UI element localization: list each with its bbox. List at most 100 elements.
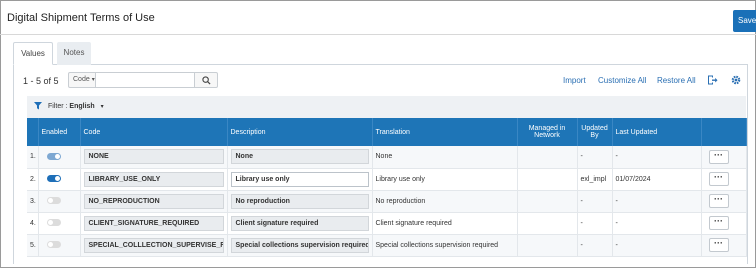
caret-down-icon: ▾ — [91, 77, 95, 83]
col-rownum — [27, 118, 39, 146]
translation-cell: Special collections supervision required — [372, 234, 518, 257]
managed-in-network-cell — [517, 234, 578, 257]
col-description[interactable]: Description — [227, 118, 373, 146]
actions-cell: ··· — [701, 146, 747, 169]
row-actions-button[interactable]: ··· — [708, 149, 729, 164]
updated-by-cell: - — [577, 212, 613, 235]
enabled-toggle[interactable] — [46, 241, 61, 249]
code-cell: SPECIAL_COLLLECTION_SUPERVISE_R — [80, 234, 228, 257]
search-field-select[interactable]: Code ▾ — [68, 72, 96, 88]
enabled-cell — [38, 212, 81, 235]
search-input[interactable] — [96, 72, 195, 88]
filter-language[interactable]: Filter : English ▾ — [48, 103, 104, 110]
description-cell: No reproduction — [227, 190, 373, 213]
row-number: 4. — [27, 212, 39, 235]
col-actions — [701, 118, 747, 146]
row-number: 5. — [27, 234, 39, 257]
header-divider — [0, 34, 756, 35]
table-row: 4. CLIENT_SIGNATURE_REQUIRED Client signat… — [27, 212, 747, 235]
row-number: 1. — [27, 146, 39, 169]
description-cell: Library use only — [227, 168, 373, 191]
code-field: NO_REPRODUCTION — [83, 193, 224, 209]
last-updated-cell: - — [612, 146, 702, 169]
row-number: 2. — [27, 168, 39, 191]
search-field-label: Code — [73, 76, 90, 83]
enabled-toggle[interactable] — [46, 197, 61, 205]
row-actions-button[interactable]: ··· — [708, 216, 729, 230]
row-number: 3. — [27, 190, 39, 213]
row-actions-button[interactable]: ··· — [708, 194, 729, 208]
gear-icon[interactable] — [730, 74, 742, 86]
table-row: 3. NO_REPRODUCTION No reproduction No repro… — [27, 190, 747, 213]
description-field[interactable]: Special collections supervision required — [230, 237, 369, 253]
enabled-toggle[interactable] — [46, 153, 61, 161]
updated-by-cell: - — [577, 146, 613, 169]
translation-cell: No reproduction — [372, 190, 518, 213]
updated-by-cell: - — [577, 234, 613, 257]
updated-by-cell: exl_impl — [577, 168, 613, 191]
col-enabled[interactable]: Enabled — [38, 118, 81, 146]
save-button[interactable]: Save — [733, 10, 756, 32]
last-updated-cell: - — [612, 190, 702, 213]
col-translation[interactable]: Translation — [372, 118, 518, 146]
pager-count: 1 - 5 of 5 — [23, 76, 59, 86]
description-cell: Special collections supervision required — [227, 234, 373, 257]
actions-cell: ··· — [701, 168, 747, 191]
col-managed-in-network[interactable]: Managed in Network — [517, 118, 578, 146]
description-field[interactable]: Client signature required — [230, 215, 369, 231]
row-actions-button[interactable]: ··· — [708, 238, 729, 252]
customize-all-link[interactable]: Customize All — [598, 76, 646, 85]
tab-notes[interactable]: Notes — [57, 42, 91, 65]
code-cell: NO_REPRODUCTION — [80, 190, 228, 213]
table-header-row: Enabled Code Description Translation Man… — [27, 118, 747, 146]
col-updated-by[interactable]: Updated By — [577, 118, 613, 146]
code-field: NONE — [83, 149, 224, 165]
table-row: 1. NONE None None - - ··· — [27, 146, 747, 169]
filter-label: Filter : — [48, 103, 68, 110]
actions-cell: ··· — [701, 234, 747, 257]
actions-cell: ··· — [701, 190, 747, 213]
col-code[interactable]: Code — [80, 118, 228, 146]
tab-values[interactable]: Values — [13, 42, 53, 65]
enabled-toggle[interactable] — [46, 175, 61, 183]
col-last-updated[interactable]: Last Updated — [612, 118, 702, 146]
updated-by-cell: - — [577, 190, 613, 213]
chevron-down-icon: ▾ — [100, 104, 104, 110]
terms-table: Enabled Code Description Translation Man… — [27, 118, 747, 257]
enabled-toggle[interactable] — [46, 219, 61, 227]
enabled-cell — [38, 234, 81, 257]
enabled-cell — [38, 168, 81, 191]
row-actions-button[interactable]: ··· — [708, 172, 729, 186]
description-field[interactable]: Library use only — [230, 171, 369, 187]
page-title: Digital Shipment Terms of Use — [7, 12, 155, 24]
description-field[interactable]: None — [230, 149, 369, 165]
description-field[interactable]: No reproduction — [230, 193, 369, 209]
translation-cell: Library use only — [372, 168, 518, 191]
search-button[interactable] — [194, 72, 218, 88]
managed-in-network-cell — [517, 168, 578, 191]
restore-all-link[interactable]: Restore All — [657, 76, 696, 85]
translation-cell: Client signature required — [372, 212, 518, 235]
managed-in-network-cell — [517, 146, 578, 169]
description-cell: None — [227, 146, 373, 169]
filter-value: English — [69, 103, 95, 110]
import-link[interactable]: Import — [563, 76, 586, 85]
actions-cell: ··· — [701, 212, 747, 235]
enabled-cell — [38, 190, 81, 213]
last-updated-cell: - — [612, 234, 702, 257]
code-field: LIBRARY_USE_ONLY — [83, 171, 224, 187]
table-row: 5. SPECIAL_COLLLECTION_SUPERVISE_R Special… — [27, 234, 747, 257]
managed-in-network-cell — [517, 212, 578, 235]
code-cell: LIBRARY_USE_ONLY — [80, 168, 228, 191]
managed-in-network-cell — [517, 190, 578, 213]
last-updated-cell: - — [612, 212, 702, 235]
filter-bar — [27, 96, 746, 118]
export-icon[interactable] — [706, 74, 718, 86]
table-row: 2. LIBRARY_USE_ONLY Library use only Librar… — [27, 168, 747, 191]
search-icon — [201, 75, 211, 85]
translation-cell: None — [372, 146, 518, 169]
code-cell: CLIENT_SIGNATURE_REQUIRED — [80, 212, 228, 235]
last-updated-cell: 01/07/2024 — [612, 168, 702, 191]
code-cell: NONE — [80, 146, 228, 169]
filter-icon — [34, 102, 42, 110]
